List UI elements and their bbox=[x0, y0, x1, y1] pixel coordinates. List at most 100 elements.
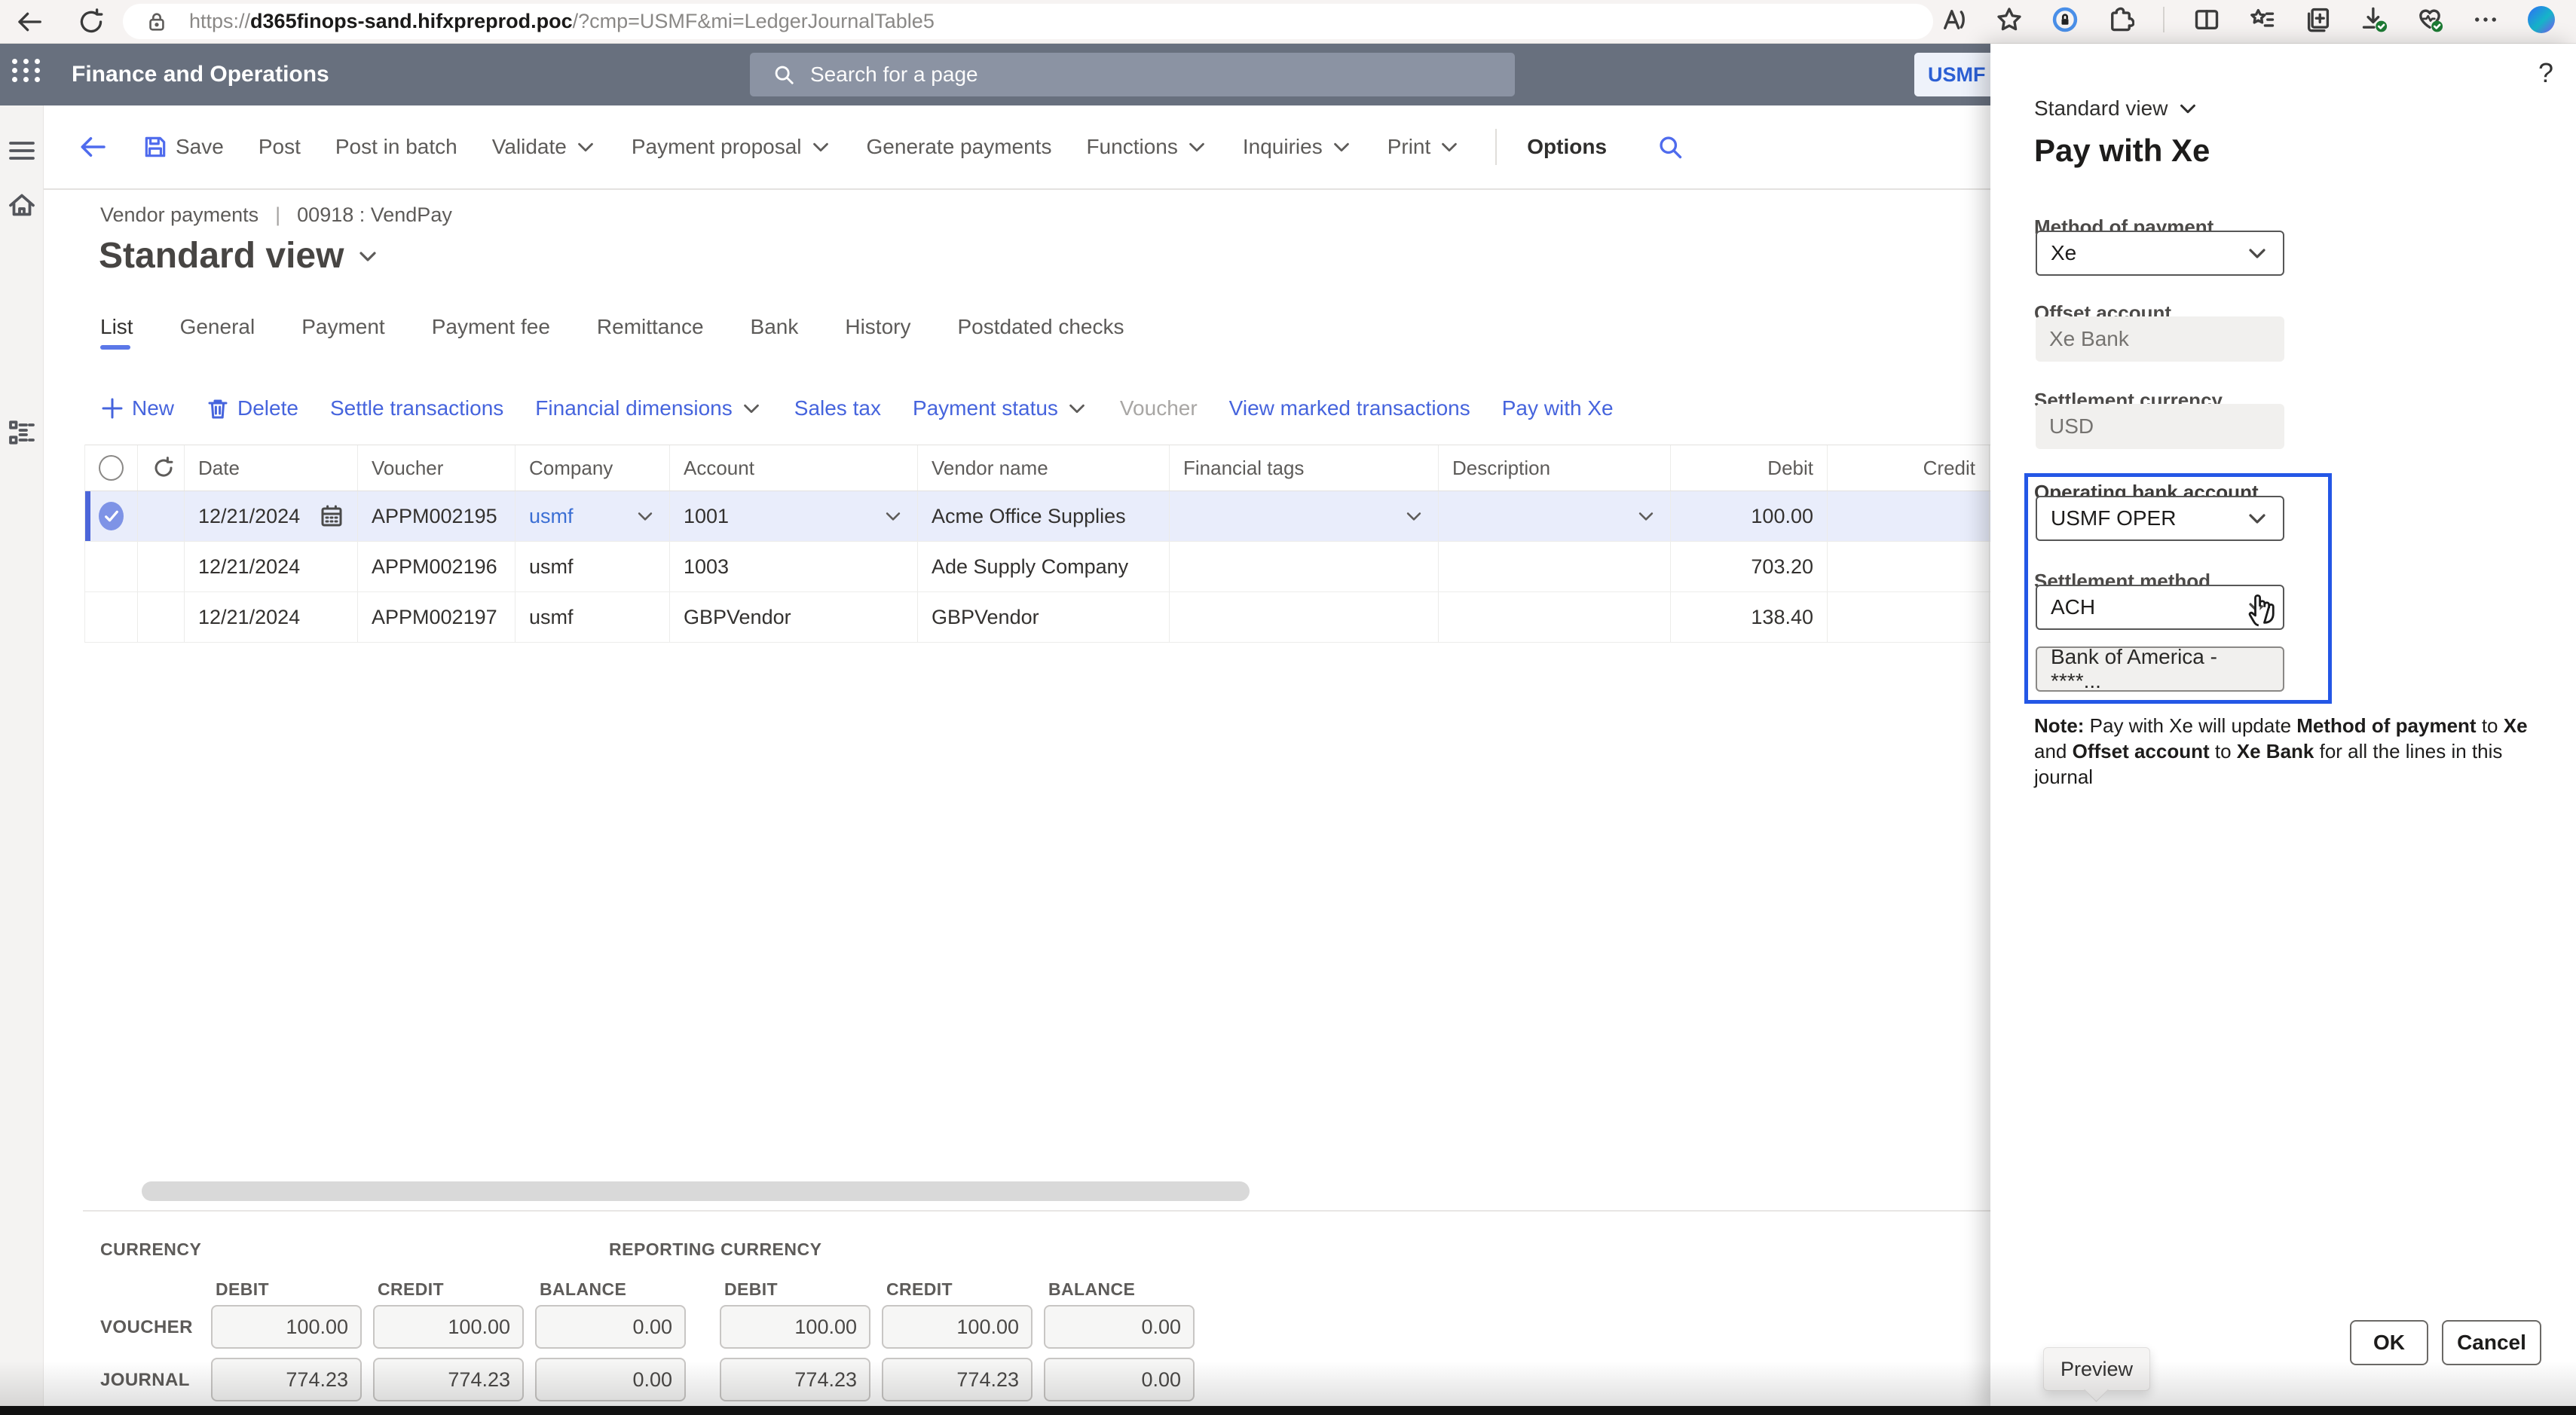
cell-credit[interactable] bbox=[1828, 542, 1990, 591]
options-button[interactable]: Options bbox=[1527, 135, 1607, 159]
modules-icon[interactable] bbox=[7, 417, 37, 448]
column-header-description[interactable]: Description bbox=[1439, 445, 1671, 491]
calendar-icon[interactable] bbox=[320, 504, 344, 528]
action-inquiries-button[interactable]: Inquiries bbox=[1243, 134, 1353, 160]
lock-icon[interactable] bbox=[145, 11, 168, 33]
home-icon[interactable] bbox=[7, 190, 37, 220]
column-header-company[interactable]: Company bbox=[516, 445, 670, 491]
chevron-down-icon[interactable] bbox=[883, 506, 904, 527]
cell-date[interactable]: 12/21/2024 bbox=[185, 592, 358, 642]
cell-financial-tags[interactable] bbox=[1170, 592, 1439, 642]
row-select-cell[interactable] bbox=[85, 542, 138, 591]
breadcrumb-page[interactable]: Vendor payments bbox=[100, 203, 259, 227]
chevron-down-icon[interactable] bbox=[1403, 506, 1424, 527]
toolbar-pay-with-xe-button[interactable]: Pay with Xe bbox=[1502, 396, 1614, 420]
cell-debit[interactable]: 703.20 bbox=[1671, 542, 1828, 591]
tab-postdated-checks[interactable]: Postdated checks bbox=[957, 315, 1124, 350]
favorites-star-icon[interactable] bbox=[1996, 6, 2023, 33]
cell-account[interactable]: 1001 bbox=[670, 491, 918, 541]
cell-voucher[interactable]: APPM002195 bbox=[358, 491, 516, 541]
cell-financial-tags[interactable] bbox=[1170, 491, 1439, 541]
address-bar[interactable]: https://d365finops-sand.hifxpreprod.poc/… bbox=[123, 4, 1933, 39]
action-post-button[interactable]: Post bbox=[259, 134, 301, 160]
column-header-vendor-name[interactable]: Vendor name bbox=[918, 445, 1170, 491]
chevron-down-icon[interactable] bbox=[635, 506, 656, 527]
toolbar-payment-status-button[interactable]: Payment status bbox=[913, 396, 1088, 420]
cell-account[interactable]: 1003 bbox=[670, 542, 918, 591]
panel-view-selector[interactable]: Standard view bbox=[2034, 96, 2199, 121]
operating-bank-account-chevron-down-icon[interactable] bbox=[2245, 506, 2269, 530]
cell-credit[interactable] bbox=[1828, 592, 1990, 642]
tab-remittance[interactable]: Remittance bbox=[597, 315, 704, 350]
help-icon[interactable]: ? bbox=[2538, 57, 2553, 89]
toolbar-sales-tax-button[interactable]: Sales tax bbox=[794, 396, 881, 420]
hamburger-icon[interactable] bbox=[7, 136, 37, 166]
cell-debit[interactable]: 138.40 bbox=[1671, 592, 1828, 642]
select-all-checkbox[interactable] bbox=[85, 445, 138, 491]
select-all-circle-icon[interactable] bbox=[99, 455, 124, 481]
cell-date[interactable]: 12/21/2024 bbox=[185, 542, 358, 591]
toolbar-delete-button[interactable]: Delete bbox=[206, 396, 298, 420]
browser-reload-icon[interactable] bbox=[75, 6, 107, 38]
password-manager-icon[interactable] bbox=[2051, 6, 2079, 33]
column-header-voucher[interactable]: Voucher bbox=[358, 445, 516, 491]
refresh-button[interactable] bbox=[138, 445, 185, 491]
app-launcher-waffle-icon[interactable] bbox=[12, 59, 42, 82]
cell-debit[interactable]: 100.00 bbox=[1671, 491, 1828, 541]
horizontal-scrollbar[interactable] bbox=[142, 1181, 1250, 1201]
cell-vendor-name[interactable]: GBPVendor bbox=[918, 592, 1170, 642]
action-post-in-batch-button[interactable]: Post in batch bbox=[335, 134, 457, 160]
downloads-icon[interactable] bbox=[2360, 6, 2388, 33]
recent-icon[interactable] bbox=[7, 298, 37, 329]
preview-button[interactable]: Preview bbox=[2043, 1347, 2150, 1391]
back-arrow-icon[interactable] bbox=[78, 132, 108, 162]
cell-description[interactable] bbox=[1439, 542, 1671, 591]
cell-company[interactable]: usmf bbox=[516, 491, 670, 541]
column-header-debit[interactable]: Debit bbox=[1671, 445, 1828, 491]
cell-voucher[interactable]: APPM002196 bbox=[358, 542, 516, 591]
copilot-icon[interactable] bbox=[2528, 6, 2555, 33]
tab-bank[interactable]: Bank bbox=[751, 315, 799, 350]
method-of-payment-select[interactable]: Xe bbox=[2036, 231, 2284, 276]
row-selected-check-icon[interactable] bbox=[99, 502, 124, 530]
table-row[interactable]: 12/21/2024APPM002195usmf1001Acme Office … bbox=[85, 491, 1990, 542]
split-screen-icon[interactable] bbox=[2193, 6, 2220, 33]
action-functions-button[interactable]: Functions bbox=[1086, 134, 1207, 160]
cell-financial-tags[interactable] bbox=[1170, 542, 1439, 591]
table-row[interactable]: 12/21/2024APPM002197usmfGBPVendorGBPVend… bbox=[85, 592, 1990, 643]
column-header-account[interactable]: Account bbox=[670, 445, 918, 491]
cell-company[interactable]: usmf bbox=[516, 592, 670, 642]
refresh-icon[interactable] bbox=[151, 456, 176, 480]
actionbar-search-icon[interactable] bbox=[1657, 133, 1684, 160]
extensions-icon[interactable] bbox=[2107, 6, 2134, 33]
company-value[interactable]: usmf bbox=[529, 505, 574, 528]
column-header-financial-tags[interactable]: Financial tags bbox=[1170, 445, 1439, 491]
workspaces-icon[interactable] bbox=[7, 365, 37, 395]
table-row[interactable]: 12/21/2024APPM002196usmf1003Ade Supply C… bbox=[85, 542, 1990, 592]
ok-button[interactable]: OK bbox=[2350, 1320, 2428, 1365]
method-of-payment-chevron-down-icon[interactable] bbox=[2245, 241, 2269, 265]
favorites-icon[interactable] bbox=[7, 244, 37, 274]
column-header-date[interactable]: Date bbox=[185, 445, 358, 491]
action-save-button[interactable]: Save bbox=[142, 134, 224, 160]
toolbar-financial-dimensions-button[interactable]: Financial dimensions bbox=[535, 396, 762, 420]
tab-general[interactable]: General bbox=[180, 315, 255, 350]
browser-essentials-icon[interactable] bbox=[2416, 6, 2443, 33]
collections-add-icon[interactable] bbox=[2305, 6, 2332, 33]
action-generate-payments-button[interactable]: Generate payments bbox=[867, 134, 1052, 160]
favorites-hub-icon[interactable] bbox=[2249, 6, 2276, 33]
view-chevron-down-icon[interactable] bbox=[356, 244, 380, 268]
action-validate-button[interactable]: Validate bbox=[492, 134, 597, 160]
chevron-down-icon[interactable] bbox=[1635, 506, 1657, 527]
action-print-button[interactable]: Print bbox=[1387, 134, 1461, 160]
read-aloud-icon[interactable] bbox=[1940, 6, 1967, 33]
operating-bank-account-select[interactable]: USMF OPER bbox=[2036, 496, 2284, 541]
tab-list[interactable]: List bbox=[100, 315, 133, 350]
action-payment-proposal-button[interactable]: Payment proposal bbox=[632, 134, 832, 160]
column-header-credit[interactable]: Credit bbox=[1828, 445, 1990, 491]
row-select-cell[interactable] bbox=[85, 592, 138, 642]
tab-payment-fee[interactable]: Payment fee bbox=[432, 315, 550, 350]
search-input[interactable]: Search for a page bbox=[750, 53, 1515, 96]
cell-company[interactable]: usmf bbox=[516, 542, 670, 591]
cell-credit[interactable] bbox=[1828, 491, 1990, 541]
